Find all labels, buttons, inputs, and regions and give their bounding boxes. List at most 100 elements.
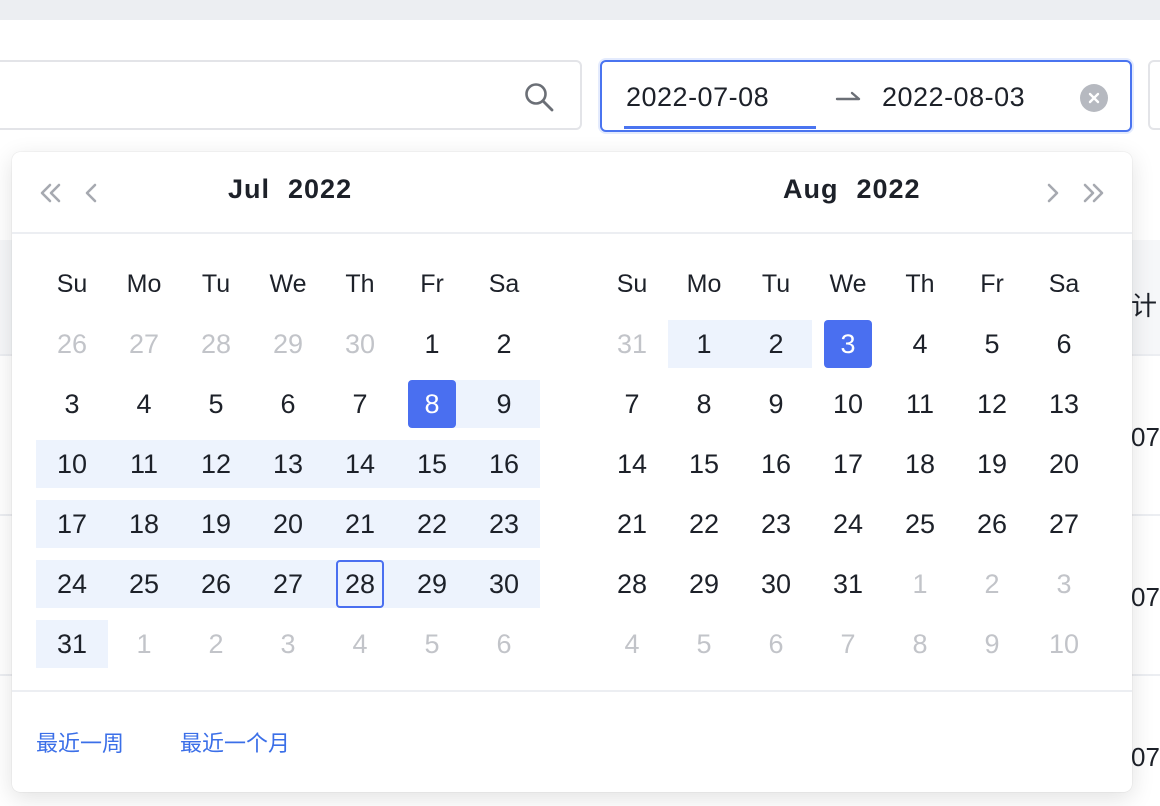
day-cell[interactable]: 30: [740, 560, 812, 608]
day-cell[interactable]: 5: [396, 620, 468, 668]
range-start-input[interactable]: 2022-07-08: [626, 80, 769, 114]
day-cell[interactable]: 29: [252, 320, 324, 368]
day-cell[interactable]: 21: [596, 500, 668, 548]
day-cell[interactable]: 5: [180, 380, 252, 428]
day-cell[interactable]: 13: [252, 440, 324, 488]
filter-button[interactable]: [1148, 60, 1160, 130]
day-cell[interactable]: 10: [812, 380, 884, 428]
day-cell[interactable]: 18: [108, 500, 180, 548]
day-cell[interactable]: 13: [1028, 380, 1100, 428]
day-cell[interactable]: 29: [396, 560, 468, 608]
day-cell[interactable]: 19: [956, 440, 1028, 488]
day-cell[interactable]: 6: [252, 380, 324, 428]
day-cell[interactable]: 6: [1028, 320, 1100, 368]
day-cell[interactable]: 30: [468, 560, 540, 608]
next-year-button[interactable]: [1078, 178, 1108, 208]
day-cell[interactable]: 28: [596, 560, 668, 608]
day-cell[interactable]: 3: [36, 380, 108, 428]
day-cell[interactable]: 30: [324, 320, 396, 368]
prev-month-button[interactable]: [76, 178, 106, 208]
day-cell[interactable]: 1: [884, 560, 956, 608]
today-cell[interactable]: 28: [324, 560, 396, 608]
search-input[interactable]: [0, 60, 582, 130]
day-cell[interactable]: 24: [812, 500, 884, 548]
day-cell[interactable]: 26: [36, 320, 108, 368]
shortcut-last-month[interactable]: 最近一个月: [180, 726, 290, 758]
day-cell[interactable]: 24: [36, 560, 108, 608]
year-label[interactable]: 2022: [856, 174, 920, 205]
clear-icon[interactable]: [1080, 84, 1108, 112]
day-cell[interactable]: 2: [468, 320, 540, 368]
day-cell[interactable]: 14: [324, 440, 396, 488]
day-cell[interactable]: 9: [740, 380, 812, 428]
day-cell[interactable]: 21: [324, 500, 396, 548]
day-cell[interactable]: 8: [668, 380, 740, 428]
day-cell[interactable]: 27: [1028, 500, 1100, 548]
day-cell[interactable]: 7: [324, 380, 396, 428]
day-cell[interactable]: 16: [740, 440, 812, 488]
date-range-picker[interactable]: 2022-07-08 2022-08-03: [600, 60, 1132, 132]
day-cell[interactable]: 8: [884, 620, 956, 668]
day-cell[interactable]: 22: [396, 500, 468, 548]
day-cell[interactable]: 9: [956, 620, 1028, 668]
day-cell[interactable]: 14: [596, 440, 668, 488]
shortcut-last-week[interactable]: 最近一周: [36, 726, 124, 758]
month-label[interactable]: Aug: [783, 174, 838, 205]
day-cell[interactable]: 6: [740, 620, 812, 668]
day-cell[interactable]: 9: [468, 380, 540, 428]
range-end-input[interactable]: 2022-08-03: [882, 80, 1025, 114]
day-cell[interactable]: 3: [252, 620, 324, 668]
day-cell[interactable]: 20: [1028, 440, 1100, 488]
day-cell[interactable]: 7: [812, 620, 884, 668]
day-cell[interactable]: 26: [180, 560, 252, 608]
day-cell[interactable]: 23: [740, 500, 812, 548]
day-cell[interactable]: 4: [596, 620, 668, 668]
day-cell[interactable]: 20: [252, 500, 324, 548]
day-cell[interactable]: 2: [956, 560, 1028, 608]
day-cell[interactable]: 4: [108, 380, 180, 428]
year-label[interactable]: 2022: [288, 174, 352, 205]
day-cell[interactable]: 15: [668, 440, 740, 488]
day-cell[interactable]: 11: [884, 380, 956, 428]
day-cell[interactable]: 23: [468, 500, 540, 548]
day-cell[interactable]: 10: [36, 440, 108, 488]
selected-day-cell[interactable]: 8: [396, 380, 468, 428]
day-cell[interactable]: 12: [180, 440, 252, 488]
day-cell[interactable]: 19: [180, 500, 252, 548]
day-cell[interactable]: 12: [956, 380, 1028, 428]
day-cell[interactable]: 5: [956, 320, 1028, 368]
day-cell[interactable]: 16: [468, 440, 540, 488]
day-cell[interactable]: 18: [884, 440, 956, 488]
next-month-button[interactable]: [1038, 178, 1068, 208]
day-cell[interactable]: 4: [324, 620, 396, 668]
day-cell[interactable]: 17: [812, 440, 884, 488]
day-cell[interactable]: 25: [884, 500, 956, 548]
day-cell[interactable]: 31: [36, 620, 108, 668]
day-cell[interactable]: 31: [812, 560, 884, 608]
day-cell[interactable]: 25: [108, 560, 180, 608]
day-cell[interactable]: 10: [1028, 620, 1100, 668]
day-cell[interactable]: 27: [252, 560, 324, 608]
day-cell[interactable]: 15: [396, 440, 468, 488]
day-cell[interactable]: 7: [596, 380, 668, 428]
day-cell[interactable]: 1: [396, 320, 468, 368]
day-cell[interactable]: 2: [180, 620, 252, 668]
prev-year-button[interactable]: [36, 178, 66, 208]
day-cell[interactable]: 26: [956, 500, 1028, 548]
day-cell[interactable]: 28: [180, 320, 252, 368]
day-cell[interactable]: 17: [36, 500, 108, 548]
day-cell[interactable]: 5: [668, 620, 740, 668]
day-cell[interactable]: 2: [740, 320, 812, 368]
selected-day-cell[interactable]: 3: [812, 320, 884, 368]
day-cell[interactable]: 31: [596, 320, 668, 368]
day-cell[interactable]: 6: [468, 620, 540, 668]
day-cell[interactable]: 4: [884, 320, 956, 368]
search-icon[interactable]: [522, 80, 556, 114]
day-cell[interactable]: 3: [1028, 560, 1100, 608]
day-cell[interactable]: 22: [668, 500, 740, 548]
day-cell[interactable]: 1: [108, 620, 180, 668]
day-cell[interactable]: 11: [108, 440, 180, 488]
day-cell[interactable]: 1: [668, 320, 740, 368]
month-label[interactable]: Jul: [228, 174, 270, 205]
day-cell[interactable]: 29: [668, 560, 740, 608]
